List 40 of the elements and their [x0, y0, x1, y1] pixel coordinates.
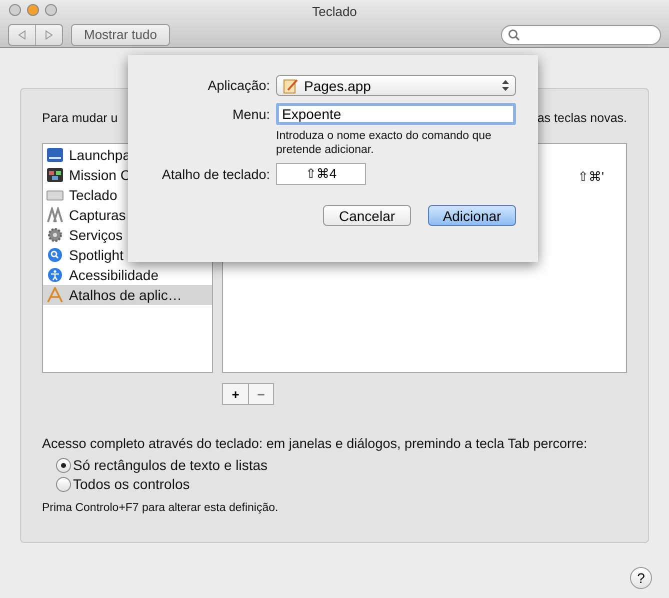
full-access-label: Acesso completo através do teclado: em janelas e diálogos, premindo a tecla Tab percorre:	[42, 436, 588, 451]
note-text: Prima Controlo+F7 para alterar esta definição.	[42, 502, 280, 514]
zoom-button[interactable]	[45, 4, 57, 16]
instruction-text: Para mudar u	[42, 111, 118, 125]
radio-label: Só rectângulos de texto e listas	[73, 457, 268, 473]
radio-button[interactable]	[56, 476, 71, 492]
show-all-button[interactable]: Mostrar tudo	[71, 24, 170, 46]
menu-label: Menu:	[231, 106, 271, 122]
cancel-button[interactable]: Cancelar	[323, 205, 411, 226]
back-forward-control[interactable]	[8, 24, 63, 46]
window-title: Teclado	[312, 3, 357, 21]
shortcut-field[interactable]: ⇧⌘4	[276, 163, 366, 185]
search-field[interactable]	[501, 24, 661, 44]
category-item[interactable]: Acessibilidade	[43, 265, 212, 285]
add-button[interactable]: Adicionar	[428, 205, 516, 226]
pen-icon	[283, 78, 299, 94]
gear-icon	[46, 227, 64, 243]
instruction-text: as teclas novas.	[537, 111, 627, 125]
radio-label: Todos os controlos	[73, 476, 190, 492]
category-item[interactable]: Atalhos de aplic…	[43, 285, 212, 305]
application-popup[interactable]: Pages.app	[276, 75, 516, 96]
radio-button[interactable]	[56, 458, 71, 472]
menu-field[interactable]: Expoente	[276, 103, 516, 125]
close-button[interactable]	[9, 4, 21, 16]
search-icon	[508, 28, 520, 40]
hint-text: Introduza o nome exacto do comando que pretende adicionar.	[276, 129, 492, 157]
accessibility-icon	[46, 267, 64, 283]
minimize-button[interactable]	[27, 4, 39, 16]
remove-button[interactable]: −	[248, 384, 273, 404]
forward-icon[interactable]	[45, 30, 53, 40]
grid-icon	[46, 147, 64, 163]
search-icon	[46, 247, 64, 263]
application-label: Aplicação:	[206, 78, 271, 93]
shortcut-keys: ⇧⌘'	[578, 169, 604, 185]
updown-icon	[502, 80, 509, 91]
back-icon[interactable]	[18, 30, 26, 40]
shortcut-label: Atalho de teclado:	[160, 166, 271, 182]
windows-icon	[46, 167, 64, 183]
add-button[interactable]: +	[223, 384, 248, 404]
help-button[interactable]: ?	[630, 567, 652, 589]
